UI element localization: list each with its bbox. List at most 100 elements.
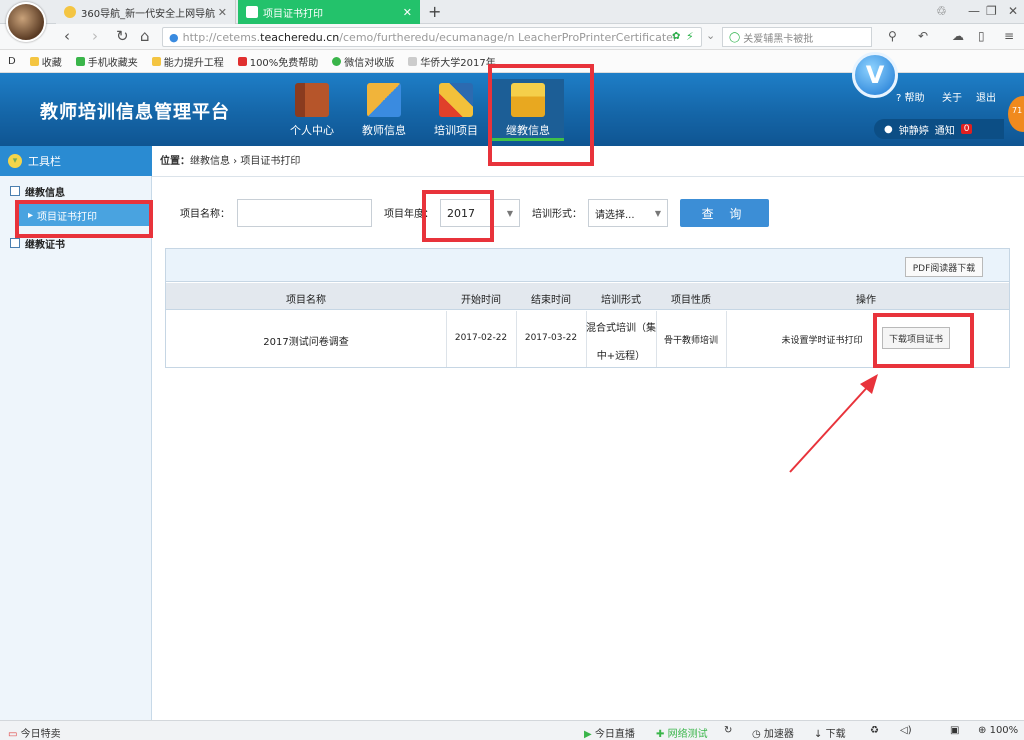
restore-icon[interactable]: ❐ bbox=[986, 4, 997, 18]
browser-tab-active[interactable]: 项目证书打印 ✕ bbox=[238, 0, 420, 24]
cloud-icon[interactable]: ☁ bbox=[952, 29, 964, 43]
column-header: 项目性质 bbox=[671, 295, 711, 306]
browser-tab[interactable]: 360导航_新一代安全上网导航 ✕ bbox=[56, 0, 236, 24]
chevron-down-icon[interactable]: ⌄ bbox=[706, 29, 715, 42]
status-bar: ▭ 今日特卖 ▶ 今日直播 ✚ 网络测试 ↻ ◷ 加速器 ↓ 下载 ♻ ◁) ▣… bbox=[0, 720, 1024, 740]
screenshot-icon[interactable]: ▣ bbox=[950, 725, 959, 736]
column-header: 开始时间 bbox=[461, 295, 501, 306]
shirt-icon[interactable]: ♲ bbox=[936, 4, 947, 18]
status-label: 网络测试 bbox=[667, 729, 708, 740]
new-tab-button[interactable]: + bbox=[428, 2, 441, 21]
project-nature-cell: 骨干教师培训 bbox=[663, 336, 718, 346]
zoom-level[interactable]: ⊕ 100% bbox=[978, 725, 1018, 736]
nav-training-projects[interactable]: 培训项目 bbox=[420, 79, 492, 141]
sidebar-section-label: 继教信息 bbox=[25, 187, 65, 199]
column-header: 培训形式 bbox=[601, 295, 641, 306]
project-name-cell: 2017测试问卷调查 bbox=[263, 337, 349, 348]
help-link[interactable]: ? 帮助 bbox=[896, 89, 925, 104]
highlight-box bbox=[422, 190, 494, 242]
project-name-input[interactable] bbox=[237, 199, 372, 227]
accelerator-link[interactable]: ◷ 加速器 bbox=[752, 725, 794, 740]
address-bar-row: ‹ › ↻ ⌂ ● http://cetems. teacheredu.cn/ce… bbox=[0, 24, 1024, 50]
highlight-box bbox=[488, 64, 594, 166]
bookmark-item[interactable]: D bbox=[8, 56, 16, 67]
refresh-icon[interactable]: ↻ bbox=[116, 27, 129, 45]
live-link[interactable]: ▶ 今日直播 bbox=[584, 725, 635, 740]
user-name[interactable]: 钟静婷 bbox=[899, 122, 929, 137]
search-engine-icon: ◯ bbox=[729, 31, 741, 43]
play-icon: ▶ bbox=[584, 729, 592, 740]
back-icon[interactable]: ‹ bbox=[64, 27, 70, 45]
close-icon[interactable]: ✕ bbox=[403, 6, 412, 19]
zoom-label: 100% bbox=[989, 725, 1019, 736]
bookmark-favicon-icon bbox=[237, 56, 247, 66]
training-form-select[interactable]: 请选择... ▼ bbox=[588, 199, 668, 227]
nav-teacher-info[interactable]: 教师信息 bbox=[348, 79, 420, 141]
forward-icon[interactable]: › bbox=[92, 27, 98, 45]
special-sale-link[interactable]: ▭ 今日特卖 bbox=[8, 725, 61, 740]
search-input[interactable]: ◯ 关爱辅黑卡被批 bbox=[722, 27, 872, 47]
logout-link[interactable]: 退出 bbox=[976, 89, 996, 104]
column-header: 项目名称 bbox=[286, 295, 326, 306]
close-icon[interactable]: ✕ bbox=[218, 6, 227, 19]
home-icon[interactable]: ⌂ bbox=[140, 27, 150, 45]
page-favicon-icon bbox=[246, 6, 258, 18]
search-icon[interactable]: ⚲ bbox=[888, 29, 897, 43]
close-window-icon[interactable]: ✕ bbox=[1008, 4, 1018, 18]
bookmark-item[interactable]: 手机收藏夹 bbox=[75, 54, 138, 69]
user-icon: ● bbox=[884, 123, 893, 135]
network-test-link[interactable]: ✚ 网络测试 bbox=[656, 725, 708, 740]
highlight-box bbox=[15, 200, 153, 238]
book-icon bbox=[295, 83, 329, 117]
refresh-icon[interactable]: ↻ bbox=[724, 725, 732, 736]
360-logo-icon bbox=[64, 6, 76, 18]
v-badge-icon[interactable]: V bbox=[852, 52, 898, 98]
recycle-icon[interactable]: ♻ bbox=[870, 725, 879, 736]
bookmark-item[interactable]: 能力提升工程 bbox=[151, 54, 224, 69]
url-path: /cemo/furtheredu/ecumanage/n LeacherProP… bbox=[339, 30, 680, 44]
globe-icon: ● bbox=[169, 30, 179, 44]
minimize-icon[interactable]: — bbox=[968, 4, 980, 18]
divider bbox=[516, 311, 517, 367]
phone-icon[interactable]: ▯ bbox=[978, 29, 985, 43]
bookmark-item[interactable]: 微信对收版 bbox=[332, 54, 394, 69]
highlight-box bbox=[873, 313, 974, 368]
sidebar-section-continuing-education[interactable]: 继教信息 bbox=[0, 180, 152, 202]
url-input[interactable]: ● http://cetems. teacheredu.cn/cemo/furth… bbox=[162, 27, 702, 47]
sidebar-header[interactable]: ▾ 工具栏 bbox=[0, 146, 152, 176]
shield-icon[interactable]: ✿ bbox=[672, 31, 680, 42]
chevron-down-icon: ▼ bbox=[506, 208, 513, 218]
notice-link[interactable]: 通知 bbox=[935, 122, 955, 137]
bookmark-label: 微信对收版 bbox=[344, 57, 395, 69]
list-icon bbox=[10, 186, 20, 196]
nav-personal-center[interactable]: 个人中心 bbox=[276, 79, 348, 141]
bookmark-label: 100%免费帮助 bbox=[249, 57, 319, 69]
list-icon bbox=[10, 238, 20, 248]
certificate-status-cell: 未设置学时证书打印 bbox=[781, 336, 863, 346]
tools-icon bbox=[439, 83, 473, 117]
lightning-icon[interactable]: ⚡ bbox=[686, 30, 694, 43]
bookmark-item[interactable]: 华侨大学2017年 bbox=[408, 54, 496, 69]
notice-count-badge: 0 bbox=[960, 124, 973, 134]
sound-icon[interactable]: ◁) bbox=[900, 725, 912, 736]
column-header: 结束时间 bbox=[531, 295, 571, 306]
bookmark-label: D bbox=[8, 55, 16, 67]
about-link[interactable]: 关于 bbox=[942, 89, 962, 104]
divider bbox=[726, 311, 727, 367]
breadcrumb-prefix: 位置： bbox=[160, 156, 190, 167]
table-header: 项目名称 开始时间 结束时间 培训形式 项目性质 操作 bbox=[166, 283, 1009, 310]
avatar[interactable] bbox=[6, 2, 46, 42]
bookmark-label: 能力提升工程 bbox=[163, 57, 224, 69]
bookmark-item[interactable]: 100%免费帮助 bbox=[237, 54, 319, 69]
training-form-cell-line2: 中+远程） bbox=[596, 351, 646, 362]
app-logo: 教师培训信息管理平台 bbox=[40, 102, 230, 123]
pdf-reader-download-button[interactable]: PDF阅读器下载 bbox=[905, 257, 983, 277]
bookmark-item[interactable]: 收藏 bbox=[29, 54, 62, 69]
breadcrumb-path: 继教信息 › 项目证书打印 bbox=[190, 156, 301, 167]
query-button[interactable]: 查 询 bbox=[680, 199, 769, 227]
undo-icon[interactable]: ↶ bbox=[918, 29, 928, 43]
ruler-icon bbox=[367, 83, 401, 117]
menu-icon[interactable]: ≡ bbox=[1004, 29, 1014, 43]
download-link[interactable]: ↓ 下载 bbox=[814, 725, 846, 740]
bookmark-label: 收藏 bbox=[41, 57, 62, 69]
